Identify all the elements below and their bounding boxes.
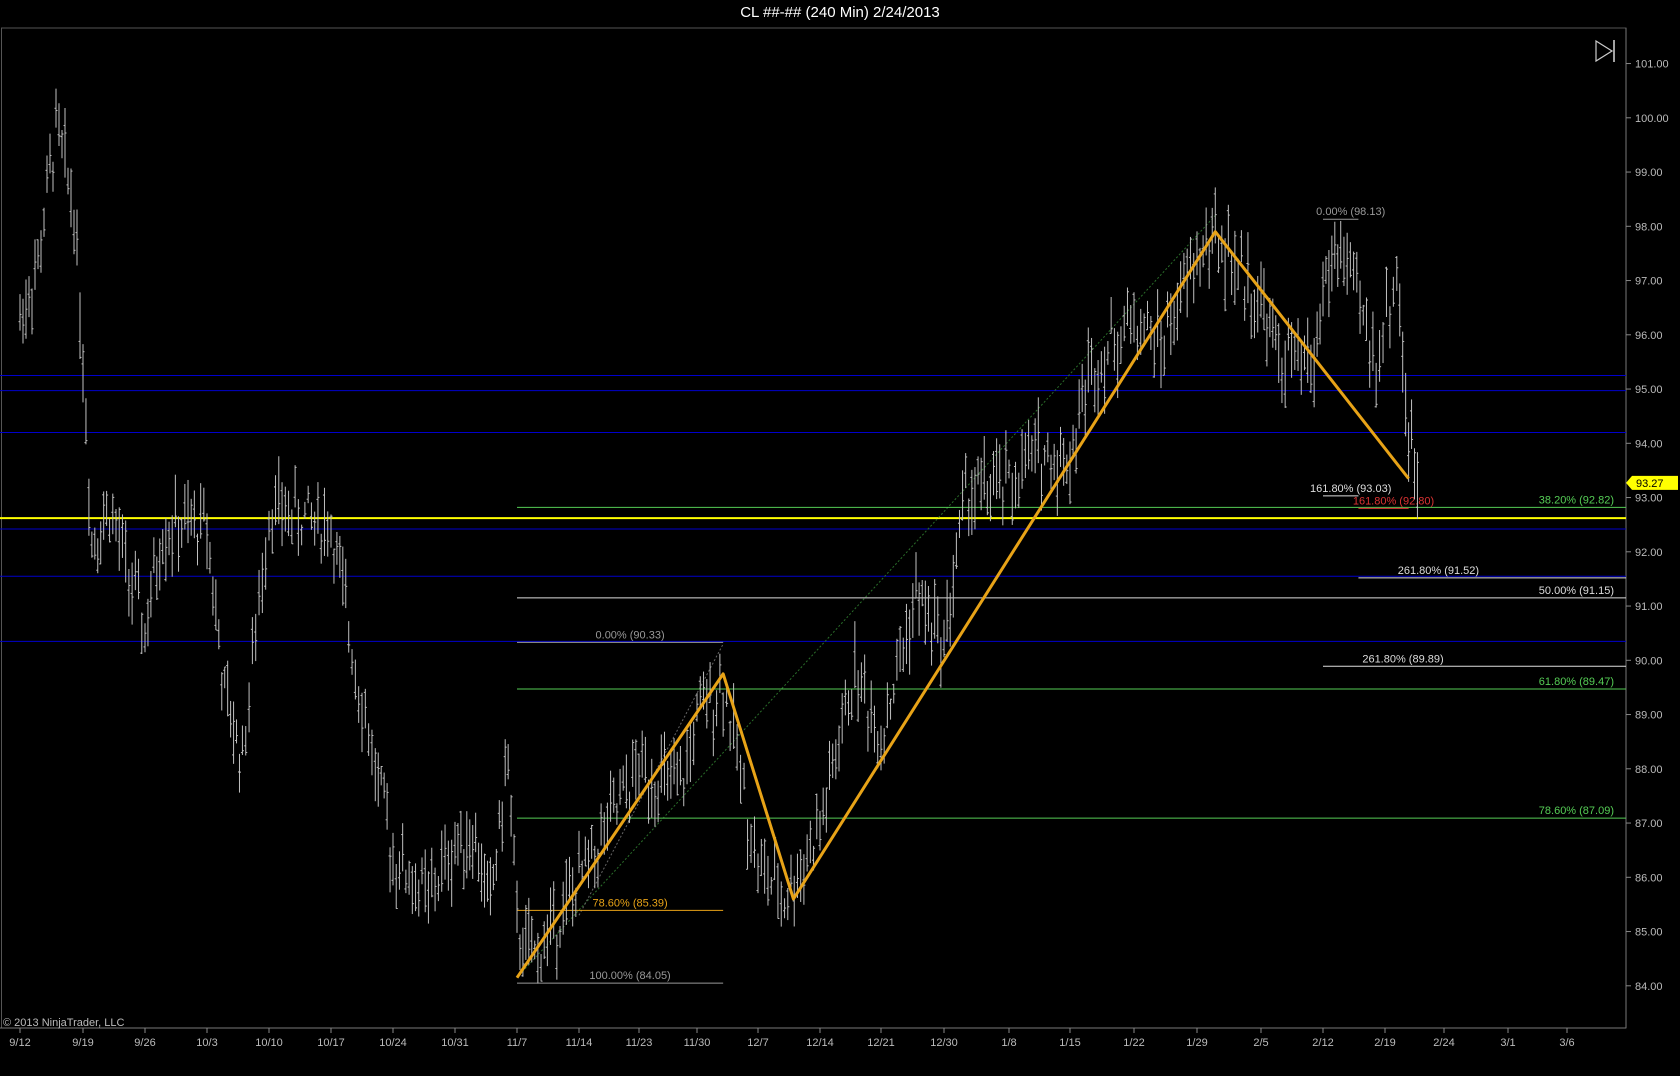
scroll-to-end-button[interactable] bbox=[1595, 39, 1615, 63]
fib-level-label: 50.00% (91.15) bbox=[1539, 585, 1614, 597]
play-icon bbox=[1595, 39, 1614, 63]
fib-level-label: 38.20% (92.82) bbox=[1539, 494, 1614, 506]
x-tick-label: 12/7 bbox=[747, 1037, 768, 1049]
price-tag-label: 93.27 bbox=[1636, 478, 1664, 490]
y-tick-label: 93.00 bbox=[1635, 493, 1663, 505]
x-tick-label: 10/31 bbox=[441, 1037, 469, 1049]
fib-level-label: 61.80% (89.47) bbox=[1539, 676, 1614, 688]
y-tick-label: 85.00 bbox=[1635, 927, 1663, 939]
y-tick-label: 86.00 bbox=[1635, 872, 1663, 884]
x-tick-label: 11/14 bbox=[566, 1037, 593, 1049]
ohlc-bars bbox=[18, 88, 1419, 984]
x-tick-label: 12/14 bbox=[806, 1037, 834, 1049]
fib-level-label: 0.00% (98.13) bbox=[1316, 206, 1385, 218]
y-tick-label: 89.00 bbox=[1635, 710, 1663, 722]
fib-level-label: 261.80% (91.52) bbox=[1398, 565, 1479, 577]
x-tick-label: 12/21 bbox=[867, 1037, 895, 1049]
x-tick-label: 1/15 bbox=[1059, 1037, 1080, 1049]
fib-level-label: 161.80% (92.80) bbox=[1353, 495, 1434, 507]
x-tick-label: 1/22 bbox=[1123, 1037, 1144, 1049]
x-tick-label: 2/24 bbox=[1433, 1037, 1454, 1049]
y-tick-label: 100.00 bbox=[1635, 113, 1669, 125]
x-tick-label: 9/26 bbox=[134, 1037, 155, 1049]
y-tick-label: 94.00 bbox=[1635, 438, 1663, 450]
x-tick-label: 2/19 bbox=[1374, 1037, 1395, 1049]
y-tick-label: 98.00 bbox=[1635, 221, 1663, 233]
x-tick-label: 3/6 bbox=[1559, 1037, 1574, 1049]
fib-level-label: 78.60% (87.09) bbox=[1539, 805, 1614, 817]
y-tick-label: 90.00 bbox=[1635, 655, 1663, 667]
y-tick-label: 91.00 bbox=[1635, 601, 1663, 613]
channel-line bbox=[516, 215, 1216, 979]
y-tick-label: 97.00 bbox=[1635, 276, 1663, 288]
y-tick-label: 101.00 bbox=[1635, 59, 1669, 71]
fib-level-label: 0.00% (90.33) bbox=[596, 629, 665, 641]
x-tick-label: 2/12 bbox=[1312, 1037, 1333, 1049]
x-tick-label: 10/10 bbox=[255, 1037, 283, 1049]
y-tick-label: 96.00 bbox=[1635, 330, 1663, 342]
x-tick-label: 11/7 bbox=[507, 1037, 528, 1049]
y-tick-label: 84.00 bbox=[1635, 981, 1663, 993]
zigzag-line bbox=[515, 230, 1410, 979]
fib-level-label: 78.60% (85.39) bbox=[592, 897, 667, 909]
x-tick-label: 10/24 bbox=[379, 1037, 407, 1049]
y-tick-label: 99.00 bbox=[1635, 167, 1663, 179]
x-tick-label: 12/30 bbox=[930, 1037, 958, 1049]
x-tick-label: 10/17 bbox=[317, 1037, 345, 1049]
plot-frame bbox=[1, 27, 1627, 1029]
x-tick-label: 1/8 bbox=[1001, 1037, 1016, 1049]
x-tick-label: 2/5 bbox=[1253, 1037, 1268, 1049]
y-tick-label: 88.00 bbox=[1635, 764, 1663, 776]
x-tick-label: 1/29 bbox=[1186, 1037, 1207, 1049]
x-tick-label: 9/12 bbox=[9, 1037, 30, 1049]
y-tick-label: 87.00 bbox=[1635, 818, 1663, 830]
y-tick-label: 95.00 bbox=[1635, 384, 1663, 396]
fib-level-label: 100.00% (84.05) bbox=[589, 970, 670, 982]
x-tick-label: 10/3 bbox=[196, 1037, 217, 1049]
price-chart[interactable]: 101.00 100.00 99.00 98.00 97.00 96.00 95.00 94.… bbox=[0, 0, 1680, 1076]
fib-level-label: 261.80% (89.89) bbox=[1362, 653, 1443, 665]
x-tick-label: 11/30 bbox=[684, 1037, 711, 1049]
x-tick-label: 3/1 bbox=[1500, 1037, 1515, 1049]
fib-level-label: 161.80% (93.03) bbox=[1310, 483, 1391, 495]
copyright-text: © 2013 NinjaTrader, LLC bbox=[3, 1017, 125, 1029]
x-tick-label: 11/23 bbox=[626, 1037, 653, 1049]
y-tick-label: 92.00 bbox=[1635, 547, 1663, 559]
x-tick-label: 9/19 bbox=[72, 1037, 93, 1049]
